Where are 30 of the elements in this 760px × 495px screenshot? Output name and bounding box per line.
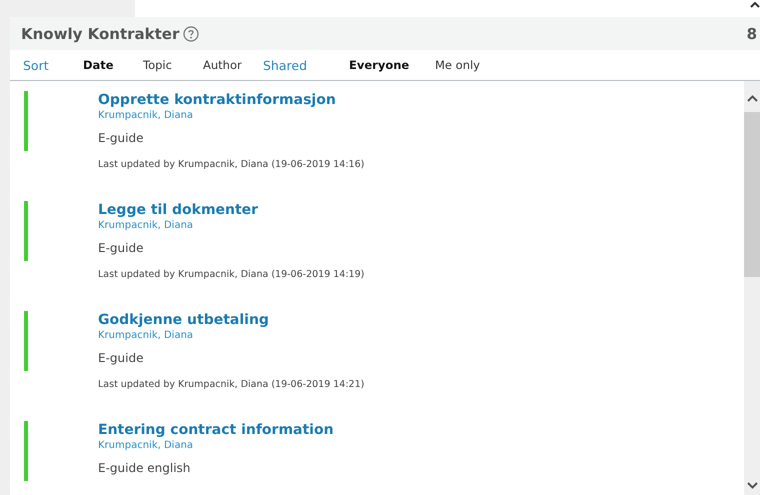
shared-option[interactable]: Me only [435, 58, 521, 72]
author-link[interactable]: Krumpacnik, Diana [98, 439, 194, 452]
last-updated-text: Last updated by Krumpacnik, Diana (19-06-2019 14:16) [98, 159, 364, 170]
scrollbar[interactable] [744, 81, 760, 495]
author-link[interactable]: Krumpacnik, Diana [98, 219, 194, 232]
item-type: E-guide english [98, 461, 190, 475]
author-link[interactable]: Krumpacnik, Diana [98, 109, 194, 122]
item-type: E-guide [98, 241, 144, 255]
help-icon[interactable] [183, 26, 200, 42]
item-title-link[interactable]: Entering contract information [98, 421, 334, 439]
author-link[interactable]: Krumpacnik, Diana [98, 329, 194, 342]
item-count: 8 [746, 24, 758, 42]
last-updated-text: Last updated by Krumpacnik, Diana (19-06-2019 14:19) [98, 269, 364, 280]
sort-option[interactable]: Date [83, 58, 143, 72]
scroll-down-icon[interactable] [746, 482, 758, 489]
shared-label: Shared [263, 58, 308, 72]
shared-option[interactable]: Everyone [349, 58, 435, 72]
item-title-link[interactable]: Opprette kontraktinformasjon [98, 91, 336, 109]
item-title-link[interactable]: Legge til dokmenter [98, 201, 258, 219]
scroll-up-icon[interactable] [746, 95, 758, 102]
item-type: E-guide [98, 351, 144, 365]
item-title-link[interactable]: Godkjenne utbetaling [98, 311, 269, 329]
sort-option[interactable]: Author [203, 58, 263, 72]
scrollbar-thumb[interactable] [744, 112, 760, 277]
sort-label: Sort [23, 58, 50, 72]
item-type: E-guide [98, 131, 144, 145]
panel-title: Knowly Kontrakter [21, 24, 180, 42]
caret-up-icon[interactable] [750, 2, 760, 8]
last-updated-text: Last updated by Krumpacnik, Diana (19-06-2019 14:21) [98, 379, 364, 390]
sort-option[interactable]: Topic [143, 58, 203, 72]
